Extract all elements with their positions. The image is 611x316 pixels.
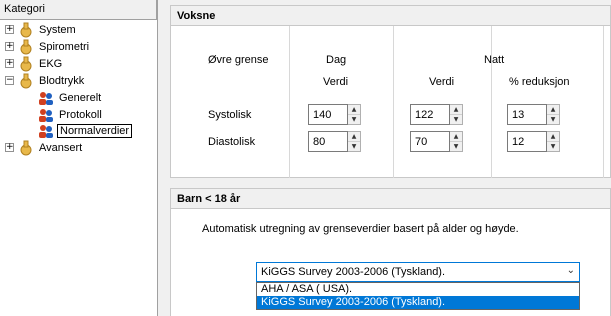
systolic-label: Systolisk: [208, 109, 252, 121]
diastolic-night-input[interactable]: [410, 131, 450, 152]
column-divider: [393, 26, 394, 178]
spin-up-icon[interactable]: ▲: [348, 132, 360, 142]
night-label: Natt: [484, 54, 505, 66]
column-divider: [289, 26, 290, 178]
reduction-label: % reduksjon: [509, 76, 570, 88]
settings-folder-icon: [20, 39, 32, 54]
upper-limit-label: Øvre grense: [208, 54, 269, 66]
spin-down-icon[interactable]: ▼: [547, 115, 559, 124]
tree-item-label: Normalverdier: [57, 123, 133, 138]
tree-item-system[interactable]: + System: [5, 21, 78, 38]
category-tree[interactable]: Kategori + System + Spirometri + EKG − B…: [0, 0, 158, 316]
diastolic-day-stepper[interactable]: ▲▼: [308, 131, 361, 152]
voksne-group: Voksne Øvre grense Dag Natt Verdi Verdi …: [170, 5, 611, 178]
chevron-down-icon[interactable]: ⌄: [567, 265, 575, 276]
verdi-day-label: Verdi: [323, 76, 349, 88]
tree-item-label: EKG: [39, 57, 63, 70]
day-label: Dag: [326, 54, 347, 66]
expand-icon[interactable]: +: [5, 143, 14, 152]
diastolic-reduction-stepper[interactable]: ▲▼: [507, 131, 560, 152]
reference-dropdown-list[interactable]: AHA / ASA ( USA). KiGGS Survey 2003-2006…: [256, 282, 580, 310]
diastolic-day-input[interactable]: [308, 131, 348, 152]
column-divider: [603, 26, 604, 178]
spin-up-icon[interactable]: ▲: [450, 132, 462, 142]
systolic-reduction-stepper[interactable]: ▲▼: [507, 104, 560, 125]
tree-item-ekg[interactable]: + EKG: [5, 55, 64, 72]
systolic-day-input[interactable]: [308, 104, 348, 125]
tree-item-blodtrykk[interactable]: − Blodtrykk: [5, 72, 86, 89]
spin-down-icon[interactable]: ▼: [348, 115, 360, 124]
verdi-night-label: Verdi: [429, 76, 455, 88]
tree-header: Kategori: [0, 0, 157, 20]
diastolic-night-stepper[interactable]: ▲▼: [410, 131, 463, 152]
systolic-reduction-input[interactable]: [507, 104, 547, 125]
tree-item-normalverdier[interactable]: Normalverdier: [38, 122, 133, 139]
users-icon: [39, 108, 53, 122]
settings-main: Voksne Øvre grense Dag Natt Verdi Verdi …: [170, 0, 611, 316]
expand-icon[interactable]: +: [5, 25, 14, 34]
spin-up-icon[interactable]: ▲: [348, 105, 360, 115]
spin-down-icon[interactable]: ▼: [450, 115, 462, 124]
barn-title: Barn < 18 år: [171, 189, 610, 209]
systolic-day-stepper[interactable]: ▲▼: [308, 104, 361, 125]
spin-up-icon[interactable]: ▲: [547, 105, 559, 115]
column-divider: [491, 26, 492, 178]
tree-item-protokoll[interactable]: Protokoll: [38, 106, 104, 123]
spin-down-icon[interactable]: ▼: [348, 142, 360, 151]
tree-item-generelt[interactable]: Generelt: [38, 89, 103, 106]
reference-select-value: KiGGS Survey 2003-2006 (Tyskland).: [261, 266, 446, 278]
spin-up-icon[interactable]: ▲: [450, 105, 462, 115]
users-icon: [39, 124, 53, 138]
tree-item-label: Spirometri: [39, 40, 90, 53]
tree-item-label: Protokoll: [59, 108, 102, 121]
spin-down-icon[interactable]: ▼: [450, 142, 462, 151]
tree-item-label: System: [39, 23, 76, 36]
settings-folder-icon: [20, 73, 32, 88]
settings-folder-icon: [20, 22, 32, 37]
systolic-night-stepper[interactable]: ▲▼: [410, 104, 463, 125]
spin-down-icon[interactable]: ▼: [547, 142, 559, 151]
tree-item-label: Avansert: [39, 141, 83, 154]
dropdown-option[interactable]: AHA / ASA ( USA).: [257, 283, 579, 296]
spin-up-icon[interactable]: ▲: [547, 132, 559, 142]
diastolic-label: Diastolisk: [208, 136, 256, 148]
dropdown-option[interactable]: KiGGS Survey 2003-2006 (Tyskland).: [257, 296, 579, 309]
expand-icon[interactable]: +: [5, 59, 14, 68]
users-icon: [39, 91, 53, 105]
tree-item-avansert[interactable]: + Avansert: [5, 139, 84, 156]
tree-item-label: Generelt: [59, 91, 102, 104]
collapse-icon[interactable]: −: [5, 76, 14, 85]
settings-folder-icon: [20, 56, 32, 71]
diastolic-reduction-input[interactable]: [507, 131, 547, 152]
reference-select[interactable]: KiGGS Survey 2003-2006 (Tyskland). ⌄: [256, 262, 580, 282]
voksne-title: Voksne: [171, 6, 610, 26]
tree-item-label: Blodtrykk: [39, 74, 85, 87]
settings-folder-icon: [20, 140, 32, 155]
tree-item-spirometri[interactable]: + Spirometri: [5, 38, 91, 55]
expand-icon[interactable]: +: [5, 42, 14, 51]
systolic-night-input[interactable]: [410, 104, 450, 125]
barn-description: Automatisk utregning av grenseverdier ba…: [202, 223, 519, 235]
